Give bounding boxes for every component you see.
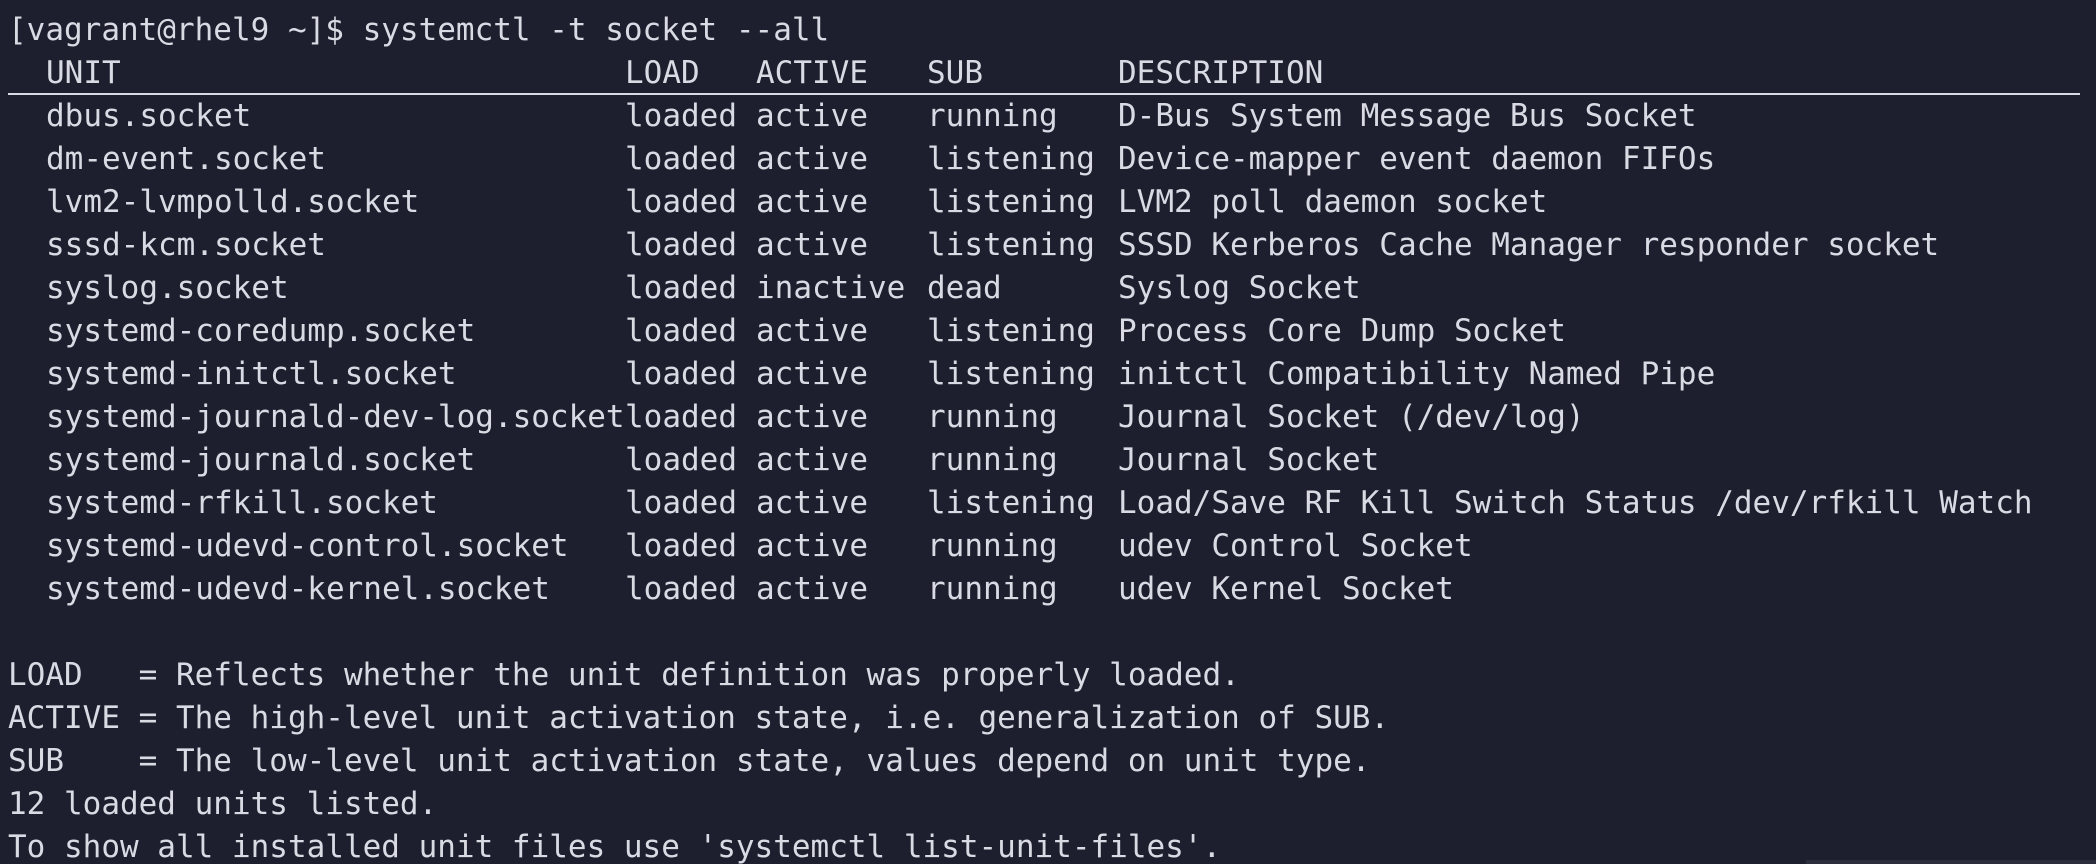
unit-active: active xyxy=(756,571,868,607)
unit-name: systemd-journald.socket xyxy=(46,442,476,478)
unit-sub: running xyxy=(927,399,1058,435)
unit-active: active xyxy=(756,399,868,435)
table-row: systemd-udevd-control.socket loaded acti… xyxy=(8,525,2096,568)
hint-line: To show all installed unit files use 'sy… xyxy=(8,829,1222,864)
legend-active: ACTIVE = The high-level unit activation … xyxy=(8,700,1390,736)
table-row: lvm2-lvmpolld.socket loaded active liste… xyxy=(8,181,2096,224)
summary-line: 12 loaded units listed. xyxy=(8,786,438,822)
header-description: DESCRIPTION xyxy=(1118,55,1324,91)
unit-name: systemd-udevd-kernel.socket xyxy=(46,571,550,607)
unit-description: SSSD Kerberos Cache Manager responder so… xyxy=(1118,227,1940,263)
unit-load: loaded xyxy=(625,98,737,134)
unit-active: active xyxy=(756,227,868,263)
legend-sub: SUB = The low-level unit activation stat… xyxy=(8,743,1371,779)
unit-name: syslog.socket xyxy=(46,270,289,306)
unit-sub: running xyxy=(927,528,1058,564)
unit-description: initctl Compatibility Named Pipe xyxy=(1118,356,1716,392)
table-row: dbus.socket loaded active running D-Bus … xyxy=(8,95,2096,138)
unit-active: active xyxy=(756,356,868,392)
table-row: systemd-udevd-kernel.socket loaded activ… xyxy=(8,568,2096,611)
unit-name: systemd-rfkill.socket xyxy=(46,485,438,521)
unit-active: active xyxy=(756,184,868,220)
unit-description: Journal Socket (/dev/log) xyxy=(1118,399,1585,435)
unit-active: active xyxy=(756,141,868,177)
unit-description: LVM2 poll daemon socket xyxy=(1118,184,1548,220)
unit-description: udev Control Socket xyxy=(1118,528,1473,564)
unit-load: loaded xyxy=(625,184,737,220)
table-row: dm-event.socket loaded active listening … xyxy=(8,138,2096,181)
unit-load: loaded xyxy=(625,356,737,392)
unit-load: loaded xyxy=(625,227,737,263)
scroll-indicator xyxy=(1806,860,2096,864)
unit-name: systemd-journald-dev-log.socket xyxy=(46,399,625,435)
unit-active: active xyxy=(756,528,868,564)
unit-description: D-Bus System Message Bus Socket xyxy=(1118,98,1697,134)
unit-description: Journal Socket xyxy=(1118,442,1380,478)
unit-sub: running xyxy=(927,571,1058,607)
table-row: systemd-initctl.socket loaded active lis… xyxy=(8,353,2096,396)
header-active: ACTIVE xyxy=(756,55,868,91)
header-sub: SUB xyxy=(927,55,983,91)
unit-name: lvm2-lvmpolld.socket xyxy=(46,184,420,220)
table-row: systemd-journald-dev-log.socket loaded a… xyxy=(8,396,2096,439)
unit-name: systemd-udevd-control.socket xyxy=(46,528,569,564)
unit-active: active xyxy=(756,442,868,478)
unit-name: dm-event.socket xyxy=(46,141,326,177)
unit-sub: listening xyxy=(927,141,1095,177)
table-header: UNIT LOAD ACTIVE SUB DESCRIPTION xyxy=(8,52,2080,95)
unit-load: loaded xyxy=(625,571,737,607)
header-load: LOAD xyxy=(625,55,700,91)
unit-description: Device-mapper event daemon FIFOs xyxy=(1118,141,1716,177)
unit-description: Process Core Dump Socket xyxy=(1118,313,1566,349)
unit-load: loaded xyxy=(625,442,737,478)
unit-load: loaded xyxy=(625,313,737,349)
unit-name: sssd-kcm.socket xyxy=(46,227,326,263)
unit-active: active xyxy=(756,313,868,349)
unit-active: active xyxy=(756,98,868,134)
unit-load: loaded xyxy=(625,528,737,564)
unit-load: loaded xyxy=(625,485,737,521)
command-prompt: [vagrant@rhel9 ~]$ systemctl -t socket -… xyxy=(8,12,830,48)
unit-sub: listening xyxy=(927,313,1095,349)
unit-load: loaded xyxy=(625,141,737,177)
unit-sub: listening xyxy=(927,184,1095,220)
header-unit: UNIT xyxy=(46,55,121,91)
unit-description: Syslog Socket xyxy=(1118,270,1361,306)
table-row: systemd-coredump.socket loaded active li… xyxy=(8,310,2096,353)
terminal-window[interactable]: [vagrant@rhel9 ~]$ systemctl -t socket -… xyxy=(0,0,2096,864)
legend-load: LOAD = Reflects whether the unit definit… xyxy=(8,657,1240,693)
unit-load: loaded xyxy=(625,399,737,435)
unit-sub: listening xyxy=(927,356,1095,392)
table-row: systemd-journald.socket loaded active ru… xyxy=(8,439,2096,482)
unit-name: dbus.socket xyxy=(46,98,252,134)
unit-name: systemd-initctl.socket xyxy=(46,356,457,392)
table-row: systemd-rfkill.socket loaded active list… xyxy=(8,482,2096,525)
unit-load: loaded xyxy=(625,270,737,306)
unit-sub: running xyxy=(927,442,1058,478)
unit-sub: running xyxy=(927,98,1058,134)
unit-sub: listening xyxy=(927,485,1095,521)
unit-active: inactive xyxy=(756,270,906,306)
unit-table-body: dbus.socket loaded active running D-Bus … xyxy=(8,95,2096,611)
table-row: syslog.socket loaded inactive dead Syslo… xyxy=(8,267,2096,310)
unit-active: active xyxy=(756,485,868,521)
unit-description: udev Kernel Socket xyxy=(1118,571,1454,607)
unit-name: systemd-coredump.socket xyxy=(46,313,476,349)
unit-description: Load/Save RF Kill Switch Status /dev/rfk… xyxy=(1118,485,2033,521)
table-row: sssd-kcm.socket loaded active listening … xyxy=(8,224,2096,267)
unit-sub: dead xyxy=(927,270,1002,306)
unit-sub: listening xyxy=(927,227,1095,263)
